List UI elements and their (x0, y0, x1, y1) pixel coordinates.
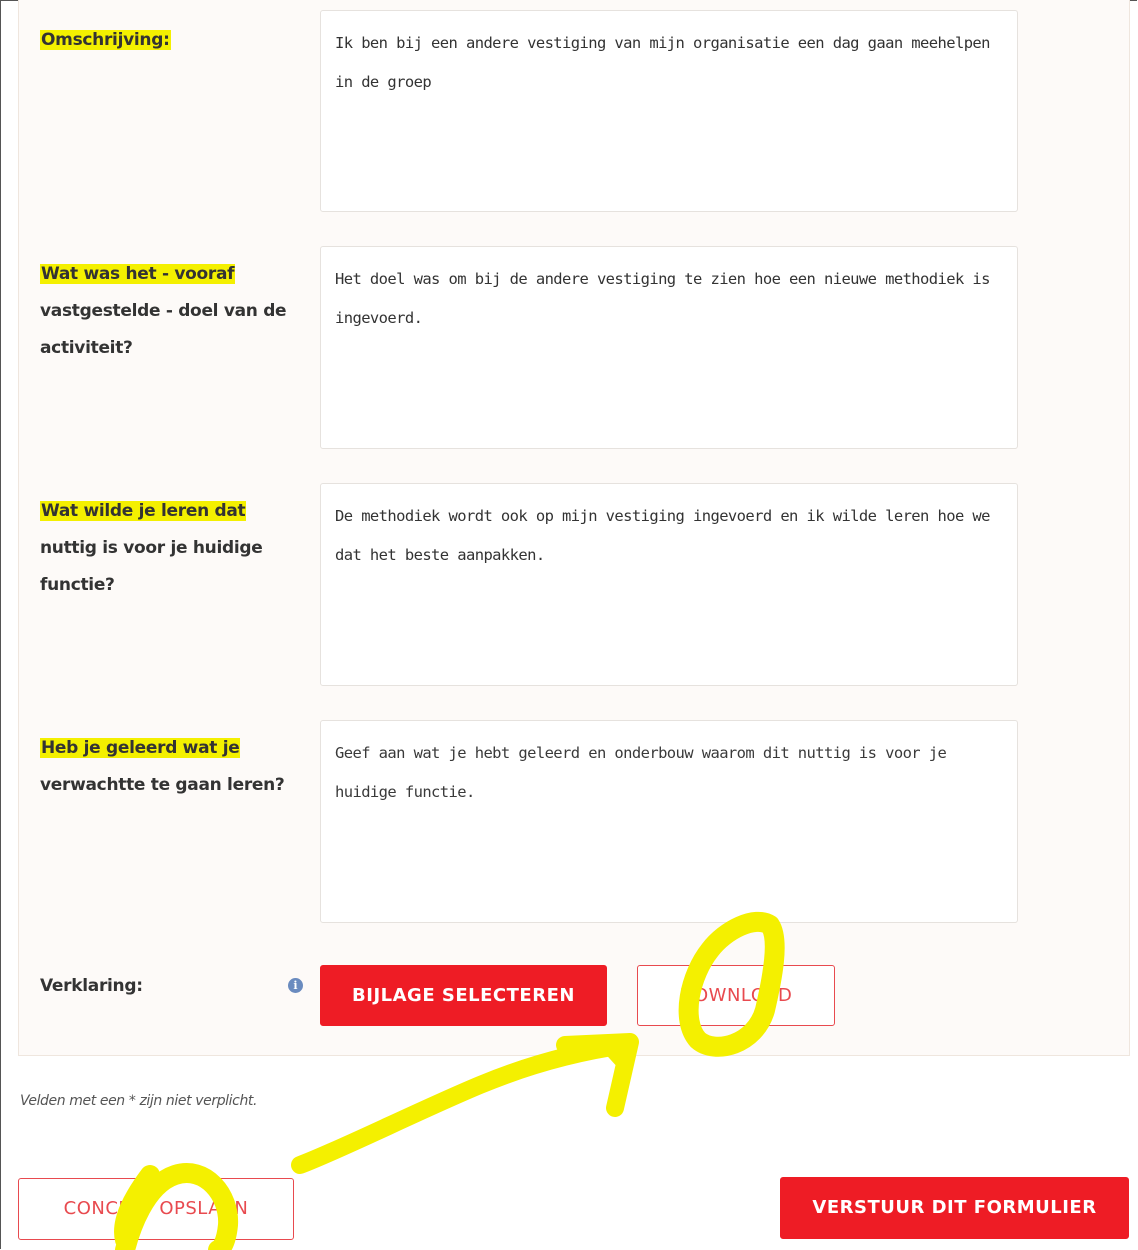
required-fields-note: Velden met een * zijn niet verplicht. (20, 1093, 258, 1109)
save-concept-button[interactable]: CONCEPT OPSLAAN (18, 1178, 294, 1240)
label-highlight: Omschrijving: (40, 30, 171, 50)
download-button[interactable]: DOWNLOAD (637, 965, 835, 1026)
label-rest: nuttig is voor je huidige functie? (40, 538, 263, 595)
textarea-geleerd[interactable]: Geef aan wat je hebt geleerd en onderbou… (320, 720, 1018, 923)
textarea-doel[interactable]: Het doel was om bij de andere vestiging … (320, 246, 1018, 449)
label-rest: verwachtte te gaan leren? (40, 775, 285, 795)
submit-form-button[interactable]: VERSTUUR DIT FORMULIER (780, 1177, 1129, 1239)
info-icon[interactable]: i (288, 978, 303, 993)
field-label-omschrijving: Omschrijving: (40, 22, 171, 59)
label-highlight: Heb je geleerd wat je (40, 738, 241, 758)
field-label-geleerd: Heb je geleerd wat je verwachtte te gaan… (40, 730, 285, 804)
textarea-omschrijving[interactable]: Ik ben bij een andere vestiging van mijn… (320, 10, 1018, 212)
textarea-leren[interactable]: De methodiek wordt ook op mijn vestiging… (320, 483, 1018, 686)
select-attachment-button[interactable]: BIJLAGE SELECTEREN (320, 965, 607, 1026)
field-label-leren: Wat wilde je leren dat nuttig is voor je… (40, 493, 263, 604)
field-label-doel: Wat was het - vooraf vastgestelde - doel… (40, 256, 287, 367)
label-highlight: Wat wilde je leren dat (40, 501, 247, 521)
field-label-verklaring: Verklaring: (40, 976, 143, 996)
label-rest: vastgestelde - doel van de activiteit? (40, 301, 287, 358)
label-highlight: Wat was het - vooraf (40, 264, 236, 284)
